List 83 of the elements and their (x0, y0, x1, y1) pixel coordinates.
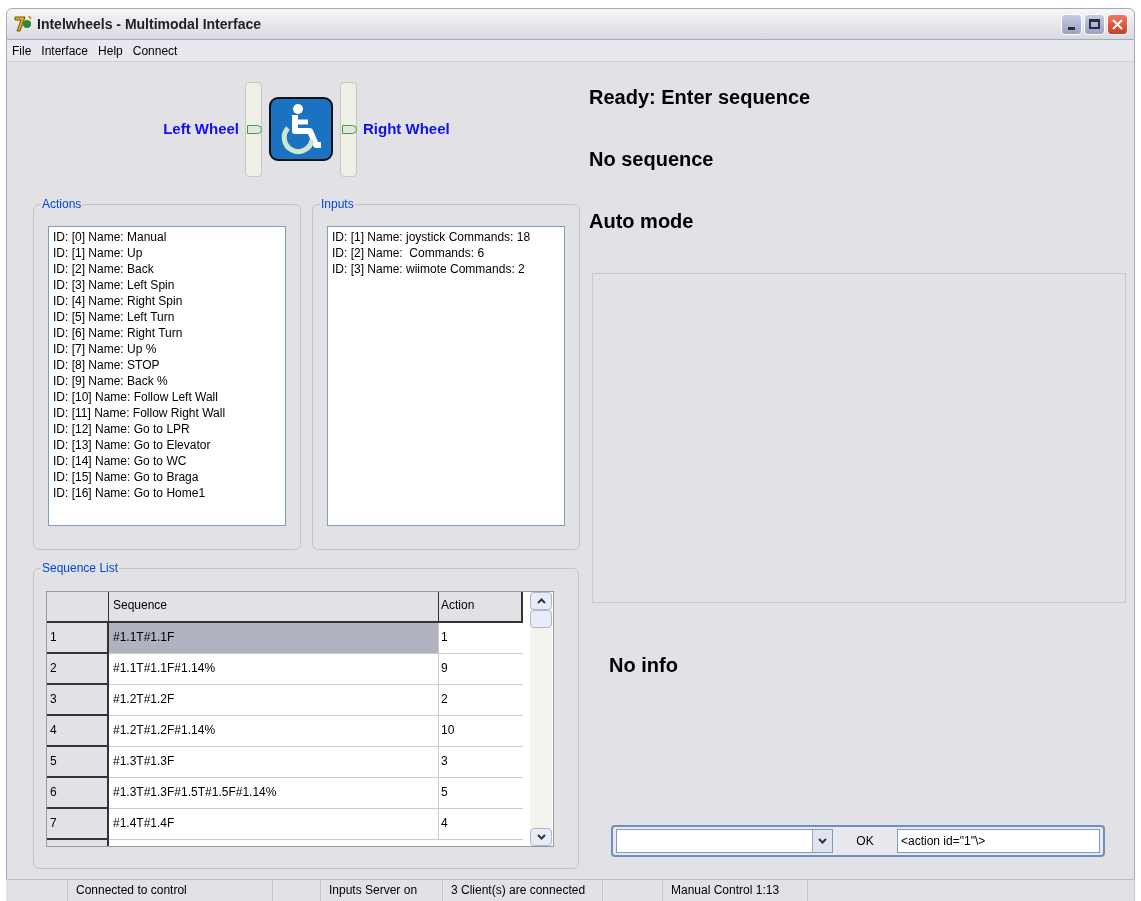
table-cell[interactable]: #1.3T#1.3F#1.5T#1.5F#1.14% (109, 778, 439, 809)
wheelchair-icon (268, 96, 334, 162)
table-cell[interactable]: #1.2T#1.2F (109, 685, 439, 716)
table-cell[interactable]: 4 (439, 809, 523, 840)
list-item[interactable]: ID: [1] Name: joystick Commands: 18 (332, 229, 560, 245)
scroll-thumb[interactable] (530, 610, 552, 628)
list-item[interactable]: ID: [9] Name: Back % (53, 373, 281, 389)
list-item[interactable]: ID: [2] Name: Back (53, 261, 281, 277)
slider-thumb[interactable] (247, 125, 262, 134)
status-panel: 3 Client(s) are connected (443, 880, 603, 901)
table-cell[interactable]: 2 (439, 685, 523, 716)
row-header[interactable]: 6 (47, 778, 109, 809)
wheel-label: Left Wheel (162, 118, 239, 139)
status-panel: Inputs Server on (321, 880, 443, 901)
row-header[interactable]: 3 (47, 685, 109, 716)
table-cell[interactable]: 9 (439, 654, 523, 685)
group-title: Actions (41, 197, 83, 211)
list-item[interactable]: ID: [10] Name: Follow Left Wall (53, 389, 281, 405)
row-header[interactable]: 4 (47, 716, 109, 747)
table-cell[interactable]: #1.1T#1.1F (109, 623, 439, 654)
table-cell[interactable]: #1.1T#1.1F#1.14% (109, 654, 439, 685)
list-item[interactable]: ID: [2] Name: Commands: 6 (332, 245, 560, 261)
menu-item[interactable]: File (12, 41, 32, 60)
status-text: No sequence (589, 147, 715, 172)
status-text: Ready: Enter sequence (589, 85, 812, 110)
scroll-up-button[interactable] (530, 592, 552, 610)
list-item[interactable]: ID: [7] Name: Up % (53, 341, 281, 357)
list-item[interactable]: ID: [3] Name: wiimote Commands: 2 (332, 261, 560, 277)
minimize-icon (1068, 26, 1075, 30)
list-item[interactable]: ID: [13] Name: Go to Elevator (53, 437, 281, 453)
maximize-button[interactable] (1084, 13, 1105, 35)
command-field[interactable]: <action id="1"\> (897, 829, 1100, 853)
close-icon (1112, 18, 1123, 30)
list-item[interactable]: ID: [6] Name: Right Turn (53, 325, 281, 341)
scrollbar[interactable] (530, 592, 552, 846)
close-button[interactable] (1107, 13, 1128, 35)
minimize-button[interactable] (1061, 13, 1082, 35)
table-cell[interactable]: 3 (439, 747, 523, 778)
info-text: No info (609, 653, 679, 678)
group-title: Inputs (320, 197, 355, 211)
list-box[interactable] (48, 226, 286, 526)
list-box[interactable]: ID: [1] Name: joystick Commands: 18 ID: [2] Name: Commands: 6 ID: [3] Name: wiimote Commands: 2 (327, 226, 565, 526)
status-text: Auto mode (589, 209, 695, 234)
menu-item[interactable]: Connect (132, 41, 178, 60)
list-item[interactable]: ID: [1] Name: Up (53, 245, 281, 261)
table-cell[interactable]: 1 (439, 623, 523, 654)
wheel-label: Right Wheel (363, 118, 450, 139)
column-header[interactable]: Action (439, 592, 523, 623)
scroll-down-button[interactable] (530, 828, 552, 846)
group-title: Sequence List (41, 561, 120, 575)
table-cell[interactable]: #1.4T#1.4F (109, 809, 439, 840)
column-header[interactable]: Sequence (109, 592, 439, 623)
list-item[interactable]: ID: [5] Name: Left Turn (53, 309, 281, 325)
table-cell[interactable]: #1.3T#1.3F (109, 747, 439, 778)
row-header[interactable]: 1 (47, 623, 109, 654)
status-panel: Connected to control (68, 880, 273, 901)
row-header[interactable]: 7 (47, 809, 109, 840)
list-item[interactable]: ID: [14] Name: Go to WC (53, 453, 281, 469)
list-item[interactable]: ID: [0] Name: Manual (53, 229, 281, 245)
corner-header (47, 592, 109, 623)
window-title: Intelwheels - Multimodal Interface (37, 14, 262, 34)
command-dropdown[interactable] (616, 829, 833, 853)
row-header[interactable]: 2 (47, 654, 109, 685)
wheel-slider[interactable] (340, 81, 357, 177)
list-item[interactable]: ID: [15] Name: Go to Braga (53, 469, 281, 485)
menu-item[interactable]: Help (98, 41, 123, 60)
list-item[interactable]: ID: [3] Name: Left Spin (53, 277, 281, 293)
row-header[interactable]: 5 (47, 747, 109, 778)
menu-item[interactable]: Interface (41, 41, 89, 60)
list-item[interactable]: ID: [16] Name: Go to Home1 (53, 485, 281, 501)
maximize-icon (1089, 19, 1100, 29)
status-panel: Manual Control 1:13 (663, 880, 808, 901)
table-cell[interactable]: 10 (439, 716, 523, 747)
list-item[interactable]: ID: [8] Name: STOP (53, 357, 281, 373)
ok-button[interactable]: OK (835, 829, 895, 853)
table-cell[interactable]: 5 (439, 778, 523, 809)
slider-thumb[interactable] (342, 125, 357, 134)
app-logo-icon (13, 15, 33, 33)
table-cell[interactable]: #1.2T#1.2F#1.14% (109, 716, 439, 747)
list-item[interactable]: ID: [12] Name: Go to LPR (53, 421, 281, 437)
list-item[interactable]: ID: [4] Name: Right Spin (53, 293, 281, 309)
list-item[interactable]: ID: [11] Name: Follow Right Wall (53, 405, 281, 421)
wheel-slider[interactable] (245, 81, 262, 177)
